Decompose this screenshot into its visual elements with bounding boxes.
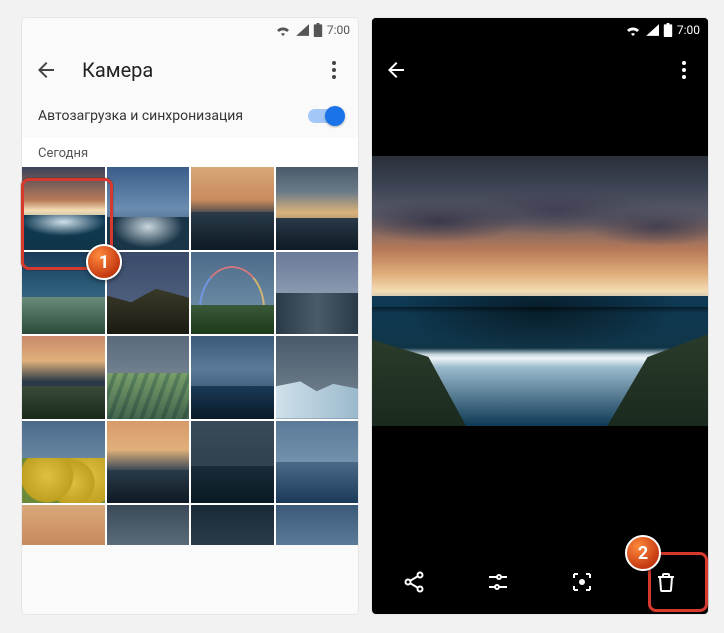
more-vert-icon	[672, 58, 696, 82]
section-today: Сегодня	[22, 138, 358, 167]
back-arrow-icon	[384, 58, 408, 82]
photo-viewer-image[interactable]	[372, 156, 708, 426]
photo-thumb[interactable]	[107, 505, 190, 545]
tune-icon	[486, 570, 510, 594]
photo-thumb[interactable]	[276, 336, 359, 419]
callout-badge-1: 1	[86, 244, 122, 280]
edit-button[interactable]	[478, 562, 518, 602]
photo-thumb[interactable]	[191, 336, 274, 419]
wifi-icon	[275, 24, 291, 36]
viewer-toolbar	[372, 42, 708, 98]
photo-thumb[interactable]	[107, 421, 190, 504]
page-title: Камера	[82, 58, 322, 82]
photo-thumb[interactable]	[191, 505, 274, 545]
wifi-icon	[625, 24, 641, 36]
more-vert-icon	[322, 58, 346, 82]
photo-thumb[interactable]	[22, 505, 105, 545]
photo-thumb[interactable]	[276, 505, 359, 545]
photo-thumb[interactable]	[276, 167, 359, 250]
app-toolbar: Камера	[22, 42, 358, 98]
back-arrow-icon	[34, 58, 58, 82]
battery-icon	[313, 23, 323, 37]
photo-thumb[interactable]	[276, 252, 359, 335]
signal-icon	[295, 24, 309, 36]
more-button[interactable]	[322, 58, 346, 82]
photo-thumb[interactable]	[191, 252, 274, 335]
lens-button[interactable]	[562, 562, 602, 602]
callout-badge-2: 2	[625, 535, 661, 571]
share-button[interactable]	[394, 562, 434, 602]
signal-icon	[645, 24, 659, 36]
battery-icon	[663, 23, 673, 37]
share-icon	[402, 570, 426, 594]
photo-thumb[interactable]	[22, 421, 105, 504]
phone-gallery: 7:00 Камера Автозагрузка и синхронизация…	[22, 18, 358, 614]
screenshot-pair: 7:00 Камера Автозагрузка и синхронизация…	[0, 0, 724, 633]
status-time: 7:00	[677, 23, 700, 37]
back-button[interactable]	[384, 58, 408, 82]
auto-sync-label: Автозагрузка и синхронизация	[38, 108, 243, 124]
photo-thumb[interactable]	[22, 167, 105, 250]
status-time: 7:00	[327, 23, 350, 37]
photo-thumb[interactable]	[191, 421, 274, 504]
status-bar: 7:00	[22, 18, 358, 42]
back-button[interactable]	[34, 58, 58, 82]
photo-thumb[interactable]	[276, 421, 359, 504]
status-bar: 7:00	[372, 18, 708, 42]
photo-grid	[22, 167, 358, 545]
phone-viewer: 7:00	[372, 18, 708, 614]
trash-icon	[654, 570, 678, 594]
photo-thumb[interactable]	[107, 336, 190, 419]
photo-thumb[interactable]	[107, 167, 190, 250]
photo-thumb[interactable]	[191, 167, 274, 250]
more-button[interactable]	[672, 58, 696, 82]
auto-sync-switch[interactable]	[308, 109, 342, 123]
lens-icon	[570, 570, 594, 594]
photo-thumb[interactable]	[22, 336, 105, 419]
auto-sync-row[interactable]: Автозагрузка и синхронизация	[22, 98, 358, 138]
